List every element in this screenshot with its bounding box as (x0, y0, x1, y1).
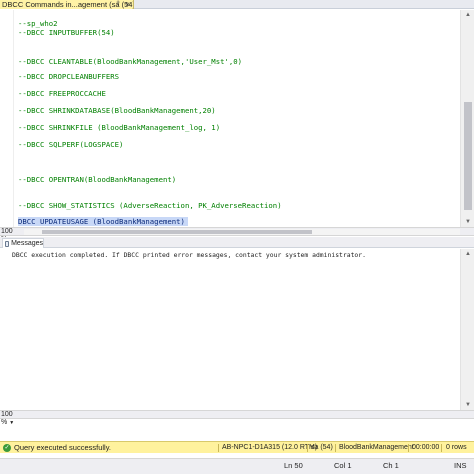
editor-vertical-scrollbar[interactable]: ▲ ▼ (460, 10, 474, 227)
check-circle-icon: ✓ (3, 444, 11, 452)
tab-messages-label: Messages (11, 240, 43, 247)
scroll-up-icon[interactable]: ▲ (461, 10, 474, 20)
code-line[interactable]: --DBCC FREEPROCCACHE (18, 89, 106, 98)
editor-hscroll-thumb[interactable] (42, 230, 312, 234)
cursor-char: Ch 1 (383, 461, 399, 470)
status-database: BloodBankManagement (339, 444, 414, 451)
code-line[interactable]: --DBCC OPENTRAN(BloodBankManagement) (18, 175, 176, 184)
query-status-bar: ✓ Query executed successfully. AB-NPC1-D… (0, 441, 474, 453)
pin-icon[interactable]: † (116, 0, 120, 9)
code-line[interactable]: --DBCC SHRINKFILE (BloodBankManagement_l… (18, 123, 220, 132)
insert-mode: INS (454, 461, 467, 470)
messages-pane[interactable]: DBCC execution completed. If DBCC printe… (0, 249, 474, 410)
status-user: sa (54) (311, 444, 333, 451)
scroll-up-icon[interactable]: ▲ (461, 249, 474, 259)
status-divider (335, 444, 336, 452)
status-divider (307, 444, 308, 452)
code-line[interactable]: --DBCC SHRINKDATABASE(BloodBankManagemen… (18, 106, 216, 115)
editor-zoom-select[interactable]: 100 %▼ (1, 228, 23, 243)
editor-horizontal-scrollbar[interactable] (24, 229, 460, 235)
ide-status-bar: Ln 50 Col 1 Ch 1 INS (0, 458, 474, 474)
code-line[interactable]: --DBCC SHOW_STATISTICS (AdverseReaction,… (18, 201, 282, 210)
scroll-down-icon[interactable]: ▼ (461, 217, 474, 227)
tab-messages[interactable]: Messages (2, 238, 44, 248)
results-zoom-select[interactable]: 100 % ▼ (1, 411, 23, 426)
message-icon (5, 240, 10, 247)
code-line[interactable]: --DBCC DROPCLEANBUFFERS (18, 72, 119, 81)
status-divider (441, 444, 442, 452)
status-divider (218, 444, 219, 452)
scroll-down-icon[interactable]: ▼ (461, 400, 474, 410)
status-server: AB-NPC1-D1A315 (12.0 RTM) (222, 444, 318, 451)
code-area[interactable]: --sp_who2 --DBCC INPUTBUFFER(54) --DBCC … (18, 10, 458, 227)
results-tab-strip: Messages (0, 237, 474, 248)
code-line[interactable]: --DBCC CLEANTABLE(BloodBankManagement,'U… (18, 57, 242, 66)
status-divider (408, 444, 409, 452)
code-line[interactable]: --sp_who2 (18, 19, 58, 28)
query-document-tab[interactable]: DBCC Commands in...agement (sa (54))* † … (0, 0, 134, 9)
close-icon[interactable]: × (125, 0, 130, 9)
status-message: Query executed successfully. (14, 443, 111, 452)
messages-vertical-scrollbar[interactable]: ▲ ▼ (460, 249, 474, 410)
document-tab-strip: DBCC Commands in...agement (sa (54))* † … (0, 0, 474, 9)
query-document-tab-title: DBCC Commands in...agement (sa (54))* (2, 0, 134, 9)
editor-scroll-thumb[interactable] (464, 102, 472, 210)
chevron-down-icon: ▼ (9, 420, 15, 426)
editor-gutter (0, 10, 14, 227)
status-elapsed: 00:00:00 (412, 444, 440, 451)
status-rows: 0 rows (446, 444, 467, 451)
cursor-line: Ln 50 (284, 461, 303, 470)
editor-zoom-bar: 100 %▼ (0, 227, 474, 243)
cursor-column: Col 1 (334, 461, 352, 470)
results-zoom-bar: 100 % ▼ (0, 410, 474, 426)
query-editor[interactable]: --sp_who2 --DBCC INPUTBUFFER(54) --DBCC … (0, 10, 474, 227)
result-message: DBCC execution completed. If DBCC printe… (12, 251, 366, 259)
code-line[interactable]: --DBCC INPUTBUFFER(54) (18, 28, 115, 37)
code-line[interactable]: --DBCC SQLPERF(LOGSPACE) (18, 140, 123, 149)
selected-code-line[interactable]: DBCC UPDATEUSAGE (BloodBankManagement) (18, 217, 188, 226)
